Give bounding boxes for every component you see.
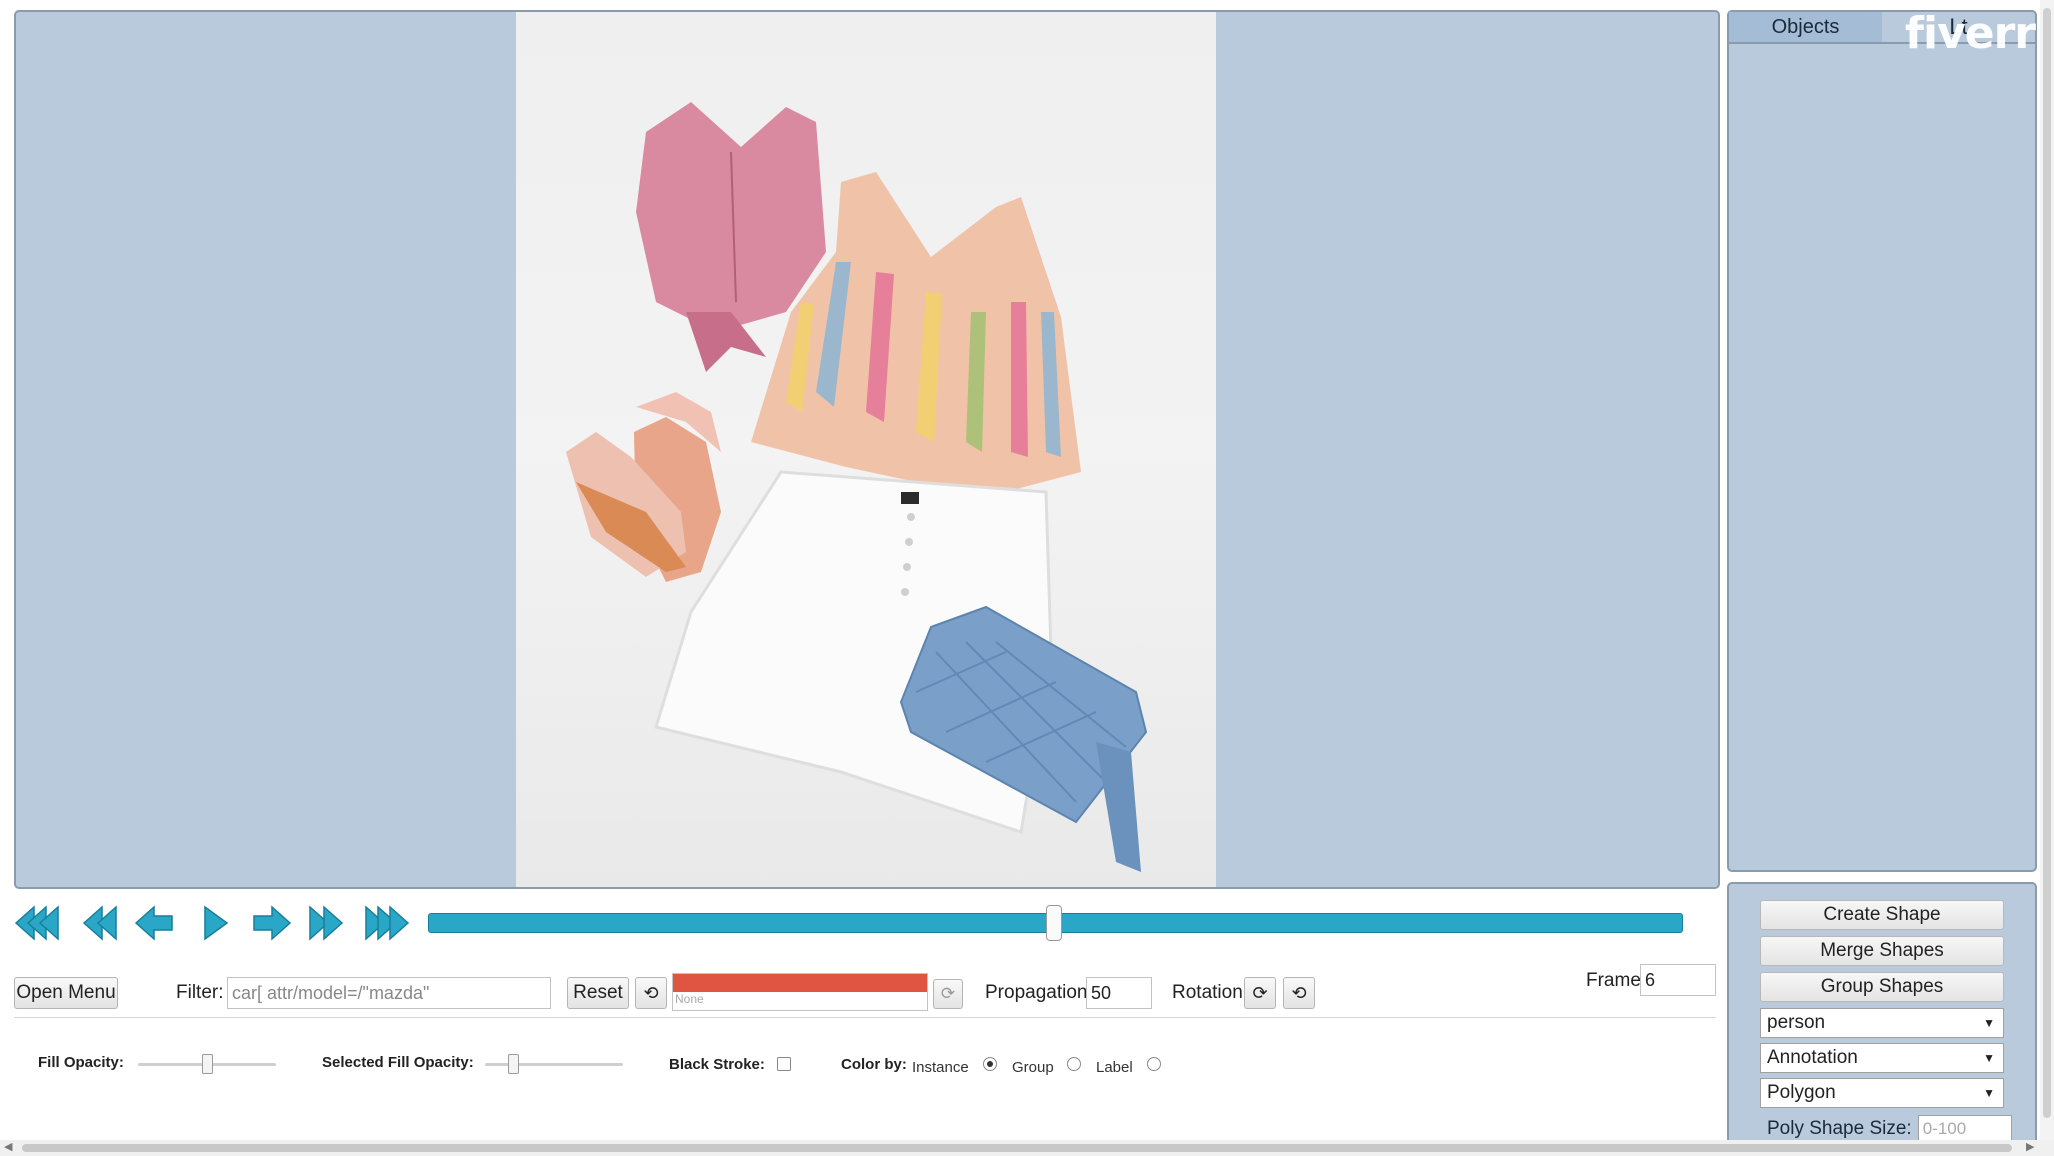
undo-icon: ⟲ (643, 982, 659, 1003)
play-icon (204, 905, 229, 941)
horizontal-scrollbar[interactable]: ◀ ▶ (0, 1140, 2054, 1156)
refresh-icon: ⟳ (940, 984, 956, 1003)
rotation-label: Rotation (1172, 982, 1243, 1003)
frame-image[interactable] (516, 12, 1216, 887)
chevron-down-icon: ▼ (1983, 1016, 1995, 1030)
propagation-label: Propagation (985, 982, 1088, 1003)
next-frame-icon (253, 905, 292, 941)
filter-input[interactable] (227, 977, 551, 1009)
propagation-input[interactable] (1086, 977, 1152, 1009)
label-color-swatch (673, 974, 927, 992)
color-by-instance-label: Instance (912, 1059, 969, 1076)
propagate-button[interactable]: ⟳ (933, 979, 963, 1009)
label-color-picker[interactable]: None (672, 973, 928, 1011)
mode-select-value: Annotation (1767, 1047, 1858, 1068)
last-frame-icon (365, 905, 410, 941)
prev-frame-icon (134, 905, 173, 941)
scroll-right-icon[interactable]: ▶ (2026, 1140, 2034, 1153)
first-frame-icon (14, 905, 59, 941)
vertical-scrollbar[interactable] (2040, 0, 2054, 1140)
fill-opacity-label: Fill Opacity: (38, 1054, 124, 1071)
shape-control-panel: Create Shape Merge Shapes Group Shapes p… (1727, 882, 2037, 1144)
toolbar-divider (14, 1017, 1716, 1018)
selected-fill-opacity-label: Selected Fill Opacity: (322, 1054, 474, 1071)
color-by-label-label: Label (1096, 1059, 1133, 1076)
step-back-icon (82, 905, 117, 941)
shape-select[interactable]: Polygon ▼ (1760, 1078, 2004, 1108)
label-color-none-text: None (675, 992, 704, 1006)
color-by-group-label: Group (1012, 1059, 1054, 1076)
scroll-left-icon[interactable]: ◀ (4, 1140, 12, 1153)
rotate-counterclockwise-icon: ⟲ (1291, 982, 1307, 1003)
first-frame-button[interactable] (12, 900, 62, 946)
open-menu-button[interactable]: Open Menu (14, 977, 118, 1009)
horizontal-scroll-thumb[interactable] (22, 1144, 2012, 1152)
next-frame-button[interactable] (246, 900, 296, 946)
label-select[interactable]: person ▼ (1760, 1008, 2004, 1038)
color-by-group-radio[interactable] (1067, 1057, 1081, 1071)
merge-shapes-button[interactable]: Merge Shapes (1760, 936, 2004, 966)
play-button[interactable] (190, 900, 240, 946)
poly-shape-size-input[interactable] (1917, 1115, 2012, 1143)
annotation-canvas[interactable] (14, 10, 1720, 889)
undo-button[interactable]: ⟲ (635, 977, 667, 1009)
filter-label: Filter: (176, 982, 224, 1003)
step-forward-icon (309, 905, 344, 941)
selected-fill-opacity-thumb[interactable] (507, 1054, 519, 1074)
frame-number-input[interactable] (1640, 964, 1716, 996)
create-shape-button[interactable]: Create Shape (1760, 900, 2004, 930)
rotate-counterclockwise-button[interactable]: ⟲ (1283, 977, 1315, 1009)
black-stroke-label: Black Stroke: (669, 1056, 765, 1073)
reset-filter-button[interactable]: Reset (567, 977, 629, 1009)
frame-timeline-slider[interactable] (428, 905, 1683, 941)
outfit-photo (566, 102, 1148, 872)
objects-panel: Objects Lt fiverr (1727, 8, 2037, 872)
mode-select[interactable]: Annotation ▼ (1760, 1043, 2004, 1073)
fill-opacity-slider[interactable] (138, 1054, 276, 1074)
rotate-clockwise-button[interactable]: ⟳ (1244, 977, 1276, 1009)
vertical-scroll-thumb[interactable] (2043, 8, 2051, 1118)
tab-objects[interactable]: Objects (1729, 12, 1882, 42)
group-shapes-button[interactable]: Group Shapes (1760, 972, 2004, 1002)
poly-shape-size-row: Poly Shape Size: (1767, 1115, 2012, 1143)
frame-label: Frame (1586, 970, 1641, 991)
last-frame-button[interactable] (362, 900, 412, 946)
selected-fill-opacity-slider[interactable] (485, 1054, 623, 1074)
step-back-button[interactable] (76, 900, 126, 946)
color-by-label: Color by: (841, 1056, 907, 1073)
step-forward-button[interactable] (300, 900, 350, 946)
prev-frame-button[interactable] (130, 900, 180, 946)
fiverr-watermark: fiverr (1904, 8, 2036, 59)
fill-opacity-thumb[interactable] (202, 1054, 213, 1074)
timeline-handle[interactable] (1045, 905, 1062, 941)
rotate-clockwise-icon: ⟳ (1252, 982, 1268, 1003)
color-by-label-radio[interactable] (1147, 1057, 1161, 1071)
label-select-value: person (1767, 1012, 1826, 1033)
shape-select-value: Polygon (1767, 1082, 1836, 1103)
poly-shape-size-label: Poly Shape Size: (1767, 1118, 1912, 1139)
chevron-down-icon: ▼ (1983, 1051, 1995, 1065)
chevron-down-icon: ▼ (1983, 1086, 1995, 1100)
color-by-instance-radio[interactable] (983, 1057, 997, 1071)
black-stroke-checkbox[interactable] (777, 1057, 791, 1071)
